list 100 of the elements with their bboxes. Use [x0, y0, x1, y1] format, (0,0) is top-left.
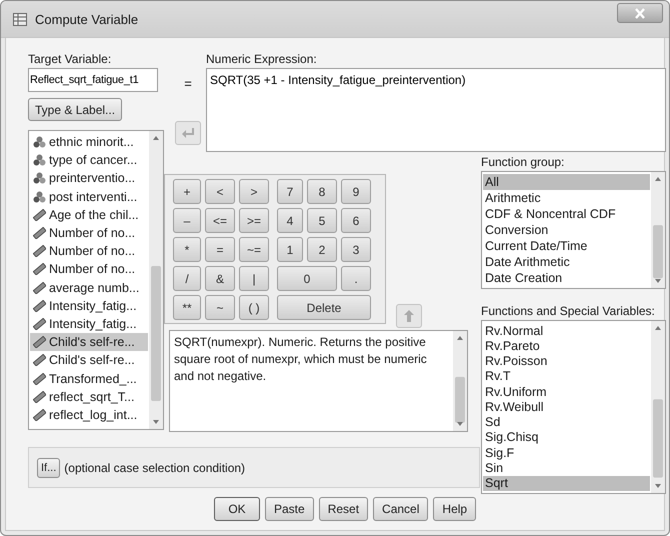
function-item[interactable]: Sd: [483, 414, 650, 430]
function-item[interactable]: Rv.Poisson: [483, 354, 650, 369]
function-group-item[interactable]: CDF & Noncentral CDF: [483, 206, 650, 222]
scrollbar[interactable]: [149, 131, 163, 429]
variable-item[interactable]: Intensity_fatig...: [30, 296, 148, 315]
keypad-key[interactable]: 8: [307, 179, 337, 204]
variable-item[interactable]: Transformed_...: [30, 369, 148, 388]
dialog-button[interactable]: Paste: [265, 497, 314, 521]
variable-name: Child's self-re...: [49, 335, 135, 350]
variable-item[interactable]: reflect_log_int...: [30, 406, 148, 424]
keypad-key[interactable]: 1: [277, 237, 303, 262]
variable-item[interactable]: type of cancer...: [30, 151, 148, 170]
keypad-key[interactable]: >: [239, 179, 269, 204]
function-group-item[interactable]: Conversion: [483, 222, 650, 238]
condition-text: (optional case selection condition): [64, 460, 246, 474]
function-item[interactable]: Sin: [483, 460, 650, 476]
field-label: Numeric Expression:: [206, 52, 318, 68]
variable-item[interactable]: Age of the chil...: [30, 206, 148, 224]
keypad-key[interactable]: **: [173, 295, 201, 320]
up-arrow-icon: [404, 310, 414, 322]
keypad-key[interactable]: 3: [341, 237, 371, 262]
function-group-item[interactable]: Arithmetic: [483, 190, 650, 206]
variable-name: type of cancer...: [49, 153, 138, 168]
variable-name: Age of the chil...: [49, 208, 139, 222]
keypad-key[interactable]: >=: [239, 208, 269, 233]
variable-name: Number of no...: [49, 244, 136, 258]
ruler-icon: [33, 336, 46, 348]
function-item[interactable]: Rv.Normal: [483, 323, 650, 338]
variable-name: preinterventio...: [49, 171, 136, 186]
keypad-key[interactable]: *: [173, 237, 201, 262]
ruler-icon: [33, 318, 46, 330]
variable-name: reflect_sqrt_T...: [49, 390, 134, 404]
ruler-icon: [33, 245, 46, 258]
variable-name: reflect_log_int...: [49, 408, 138, 422]
three-circles-icon: [33, 190, 46, 203]
variable-item[interactable]: ethnic minorit...: [30, 133, 148, 152]
keypad-key[interactable]: ~: [205, 295, 235, 320]
close-button[interactable]: [617, 3, 663, 23]
function-item[interactable]: Rv.Pareto: [483, 338, 650, 354]
keypad-key[interactable]: .: [341, 266, 371, 291]
ruler-icon: [33, 227, 46, 240]
variable-item[interactable]: Child's self-re...: [30, 333, 148, 352]
function-group-item[interactable]: All: [483, 174, 650, 190]
keypad-key[interactable]: 4: [277, 208, 303, 233]
function-item[interactable]: Sig.Chisq: [483, 430, 650, 446]
variable-name: Number of no...: [49, 262, 136, 276]
variable-name: Intensity_fatig...: [49, 316, 137, 331]
keypad-key[interactable]: ( ): [239, 295, 269, 320]
dialog-button[interactable]: Reset: [318, 497, 368, 521]
keypad-key[interactable]: <: [205, 179, 235, 204]
scrollbar[interactable]: [651, 172, 665, 288]
variable-item[interactable]: Intensity_fatig...: [30, 314, 148, 334]
keypad-key[interactable]: ~=: [239, 237, 269, 262]
keypad-key[interactable]: 0: [277, 266, 337, 291]
scrollbar[interactable]: [651, 321, 665, 493]
function-item[interactable]: Rv.Uniform: [483, 384, 650, 400]
dialog-button[interactable]: Cancel: [373, 497, 428, 521]
keypad-key[interactable]: 6: [341, 208, 371, 233]
numeric-expression-field[interactable]: SQRT(35 +1 - Intensity_fatigue_preintervention): [206, 68, 666, 152]
function-item[interactable]: Sig.F: [483, 445, 650, 460]
keypad-key[interactable]: &: [205, 266, 235, 291]
keypad-key[interactable]: 2: [307, 237, 337, 262]
variable-item[interactable]: Number of no...: [30, 242, 148, 260]
variable-item[interactable]: Number of no...: [30, 260, 148, 278]
target-variable-field[interactable]: Reflect_sqrt_fatigue_t1: [28, 68, 158, 92]
variable-item[interactable]: preinterventio...: [30, 169, 148, 188]
variable-item[interactable]: average numb...: [30, 278, 148, 297]
function-group-item[interactable]: Date Creation: [483, 270, 650, 286]
variable-item[interactable]: Child's self-re...: [30, 351, 148, 370]
if-button[interactable]: If...: [37, 458, 60, 478]
variable-item[interactable]: reflect_sqrt_T...: [30, 388, 148, 406]
keypad-key[interactable]: Delete: [277, 295, 371, 320]
function-group-item[interactable]: Current Date/Time: [483, 238, 650, 254]
return-arrow-icon: [182, 128, 194, 138]
dialog-button[interactable]: Help: [433, 497, 476, 521]
dialog-button[interactable]: OK: [214, 497, 260, 521]
scrollbar[interactable]: [453, 331, 467, 431]
keypad-key[interactable]: |: [239, 266, 269, 291]
keypad-key[interactable]: 7: [277, 179, 303, 204]
variable-name: Transformed_...: [49, 372, 137, 386]
type-label-button[interactable]: Type & Label...: [28, 98, 122, 121]
ruler-icon: [33, 372, 46, 385]
function-item[interactable]: Rv.T: [483, 368, 650, 384]
keypad-key[interactable]: +: [173, 179, 201, 204]
keypad-key[interactable]: =: [205, 237, 235, 262]
move-up-button[interactable]: [396, 304, 422, 328]
three-circles-icon: [33, 154, 46, 166]
variable-name: Intensity_fatig...: [49, 298, 137, 313]
move-right-button[interactable]: [175, 121, 201, 145]
variable-item[interactable]: post interventi...: [30, 188, 148, 206]
keypad-key[interactable]: –: [173, 208, 201, 233]
variable-item[interactable]: Number of no...: [30, 224, 148, 242]
three-circles-icon: [33, 136, 46, 148]
function-group-item[interactable]: Date Arithmetic: [483, 254, 650, 270]
keypad-key[interactable]: 9: [341, 179, 371, 204]
keypad-key[interactable]: /: [173, 266, 201, 291]
function-item[interactable]: Sqrt: [483, 476, 650, 491]
function-item[interactable]: Rv.Weibull: [483, 399, 650, 415]
keypad-key[interactable]: <=: [205, 208, 235, 233]
keypad-key[interactable]: 5: [307, 208, 337, 233]
